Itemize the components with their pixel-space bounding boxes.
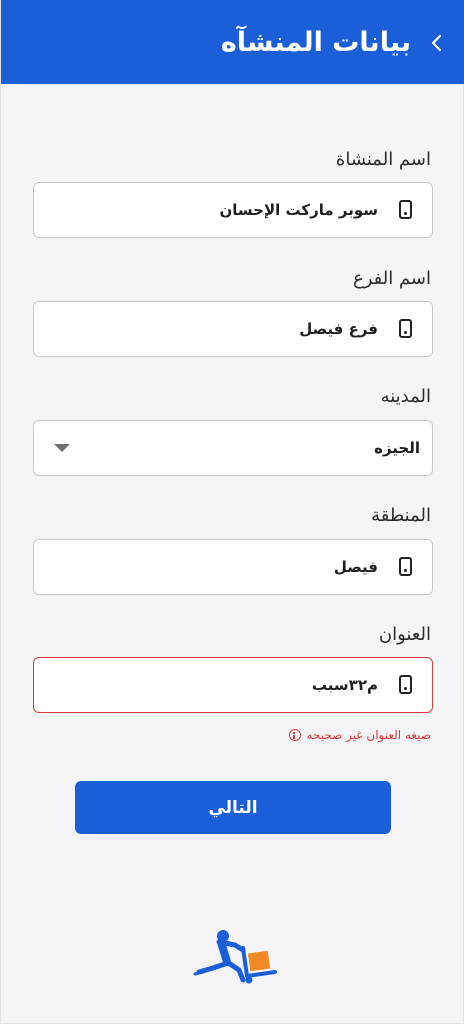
branch-name-label: اسم الفرع — [352, 268, 431, 289]
mobile-phone-icon — [399, 675, 412, 694]
page: بيانات المنشآه اسم المنشاة سوبر ماركت ال… — [0, 0, 464, 1024]
address-error-message: صيغه العنوان غير صحيحه — [288, 726, 431, 744]
city-select[interactable]: الجيزه — [33, 420, 433, 476]
area-value: فيصل — [333, 558, 378, 576]
address-field[interactable]: م٣٢سبب — [33, 657, 433, 713]
address-value: م٣٢سبب — [311, 676, 378, 694]
mobile-phone-icon — [399, 557, 412, 576]
area-label: المنطقة — [371, 505, 431, 526]
facility-name-label: اسم المنشاة — [335, 149, 431, 170]
next-button[interactable]: التالي — [75, 781, 391, 834]
branch-name-field[interactable]: فرع فيصل — [33, 301, 433, 357]
branch-name-value: فرع فيصل — [299, 320, 378, 338]
mobile-phone-icon — [399, 319, 412, 338]
address-label: العنوان — [378, 624, 431, 645]
back-button[interactable] — [425, 32, 447, 54]
address-error-text: صيغه العنوان غير صحيحه — [306, 728, 431, 742]
facility-name-field[interactable]: سوبر ماركت الإحسان — [33, 182, 433, 238]
city-label: المدينه — [380, 386, 431, 407]
mobile-phone-icon — [399, 200, 412, 219]
page-title: بيانات المنشآه — [220, 27, 411, 58]
caret-down-icon — [54, 444, 70, 452]
delivery-logo-icon — [193, 930, 277, 984]
facility-name-value: سوبر ماركت الإحسان — [219, 201, 378, 219]
chevron-left-icon — [431, 34, 442, 52]
area-field[interactable]: فيصل — [33, 539, 433, 595]
city-value: الجيزه — [374, 439, 420, 457]
app-header: بيانات المنشآه — [1, 0, 464, 84]
info-circle-icon — [288, 729, 301, 741]
